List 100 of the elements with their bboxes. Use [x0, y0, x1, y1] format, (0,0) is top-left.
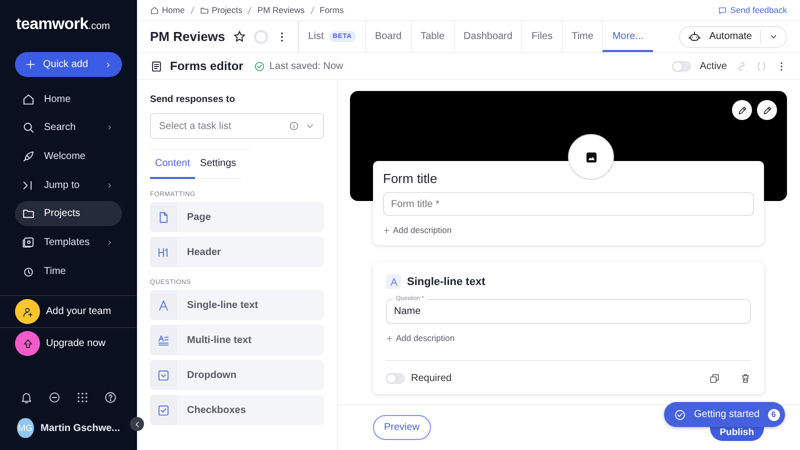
folder-icon	[22, 207, 35, 220]
project-title: PM Reviews	[150, 29, 226, 44]
chevron-icon	[106, 124, 113, 132]
rocket-icon	[22, 150, 35, 164]
promo-badge[interactable]	[15, 299, 40, 324]
sidebar-item[interactable]: Search	[15, 115, 122, 140]
breadcrumb-link[interactable]: Home	[162, 5, 185, 15]
chat-icon[interactable]	[48, 391, 61, 404]
add-description-link[interactable]: Add description	[386, 333, 455, 343]
help-icon[interactable]	[104, 391, 117, 404]
save-status: Last saved: Now	[269, 60, 344, 72]
getting-started-toast[interactable]: Getting started 6	[664, 402, 785, 427]
copy-icon[interactable]	[709, 373, 720, 384]
sidebar-item[interactable]: Time	[15, 258, 122, 284]
toggle-switch[interactable]	[672, 60, 691, 72]
editor-title: Forms editor	[170, 59, 244, 73]
upload-arrow-icon	[22, 338, 34, 350]
form-icon	[150, 60, 163, 72]
home-icon	[22, 92, 35, 106]
check-circle-icon	[254, 60, 266, 72]
check-circle-icon	[674, 408, 686, 420]
logo-wordmark: teamwork	[16, 16, 88, 34]
count-badge: 6	[768, 408, 780, 420]
chevron-icon	[106, 182, 113, 189]
view-tab[interactable]: Time	[562, 21, 602, 52]
caret-icon	[769, 32, 778, 41]
breadcrumb-separator	[310, 6, 315, 14]
breadcrumb-separator	[247, 6, 252, 14]
bell-icon[interactable]	[20, 391, 33, 404]
logo-upload-button[interactable]	[568, 134, 614, 180]
checkbox-icon	[157, 404, 170, 416]
task-list-select[interactable]: Select a task list	[150, 113, 324, 139]
plus-icon	[25, 59, 36, 70]
toggle-switch[interactable]	[386, 373, 405, 384]
field-type-item[interactable]: Checkboxes	[150, 395, 324, 425]
collapse-button[interactable]	[130, 417, 144, 431]
feedback-icon[interactable]	[718, 6, 728, 14]
panel-tab[interactable]: Settings	[195, 158, 242, 179]
image-icon	[584, 150, 598, 164]
sidebar-item[interactable]: Home	[15, 86, 122, 112]
pencil-icon	[736, 104, 748, 116]
view-tab[interactable]: Files	[521, 21, 562, 52]
view-tab[interactable]: More...	[602, 21, 653, 52]
view-tab[interactable]: Table	[410, 21, 454, 52]
sidebar-item[interactable]: Projects	[15, 201, 122, 226]
logo-domain: .com	[88, 21, 110, 32]
edit-button[interactable]	[757, 100, 777, 120]
sidebar-item[interactable]: Jump to	[15, 172, 122, 198]
letter-a-icon	[388, 276, 398, 286]
breadcrumb-link[interactable]: PM Reviews	[257, 5, 305, 15]
question-type: Single-line text	[407, 276, 486, 288]
heading-icon	[157, 246, 170, 258]
field-type-item[interactable]: Single-line text	[150, 290, 324, 320]
template-icon	[22, 236, 35, 250]
section-label: Send responses to	[150, 94, 236, 105]
progress-ring	[254, 30, 268, 44]
add-user-icon	[22, 306, 34, 318]
dropdown-icon	[157, 368, 170, 382]
search-icon	[22, 121, 35, 134]
promo-badge[interactable]	[15, 331, 40, 356]
text-lines-icon	[157, 334, 170, 346]
plus-icon	[386, 334, 393, 342]
info-icon	[289, 121, 299, 131]
add-description-link[interactable]: Add description	[383, 225, 452, 235]
view-tab[interactable]: Dashboard	[454, 21, 522, 52]
breadcrumb-link[interactable]: Forms	[320, 5, 344, 15]
page-icon	[157, 210, 170, 224]
active-label: Active	[700, 60, 727, 72]
user-name[interactable]: Martin Gschwe...	[40, 422, 120, 434]
chevron-icon	[104, 60, 112, 68]
star-icon[interactable]	[233, 30, 246, 43]
pencil-icon	[762, 104, 772, 116]
field-type-item[interactable]: Page	[150, 202, 324, 232]
letter-a-icon	[157, 298, 170, 312]
home-icon	[150, 6, 159, 14]
apps-grid-icon[interactable]	[76, 391, 89, 404]
field-type-item[interactable]: Multi-line text	[150, 325, 324, 355]
folder-icon	[200, 6, 209, 14]
card-heading: Form title	[383, 171, 438, 186]
view-tab[interactable]: Board	[364, 21, 411, 52]
breadcrumb-separator	[190, 6, 195, 14]
panel-tab[interactable]: Content	[150, 158, 196, 179]
title-input[interactable]: Form title *	[383, 192, 754, 216]
required-label: Required	[411, 373, 453, 384]
preview-button[interactable]: Preview	[373, 415, 431, 440]
automate-button[interactable]: Automate	[679, 26, 787, 48]
robot-icon	[688, 30, 702, 43]
field-type-item[interactable]: Dropdown	[150, 360, 324, 390]
trash-icon[interactable]	[740, 373, 751, 384]
edit-button[interactable]	[732, 100, 752, 120]
promo-label[interactable]: Upgrade now	[46, 338, 106, 349]
feedback-link[interactable]: Send feedback	[730, 5, 787, 15]
field-type-item[interactable]: Header	[150, 237, 324, 267]
quick-add-button[interactable]: Quick add	[15, 52, 122, 77]
breadcrumb-link[interactable]: Projects	[212, 5, 242, 15]
plus-icon	[383, 226, 390, 234]
promo-label[interactable]: Add your team	[46, 306, 112, 317]
sidebar-item[interactable]: Templates	[15, 230, 122, 256]
chevron-icon	[106, 239, 113, 246]
sidebar-item[interactable]: Welcome	[15, 144, 122, 170]
